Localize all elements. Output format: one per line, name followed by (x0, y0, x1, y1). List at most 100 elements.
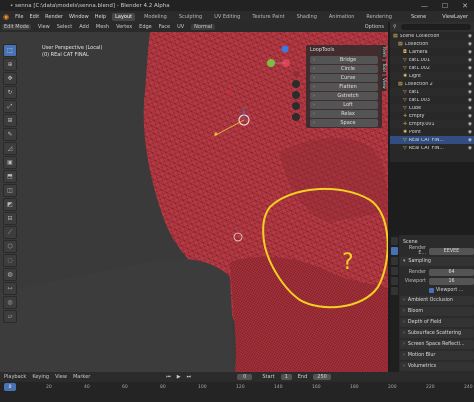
outliner-row[interactable]: ✛ Empty ◉ (390, 112, 474, 120)
eye-icon[interactable]: ◉ (468, 130, 472, 135)
eye-icon[interactable]: ◉ (468, 114, 472, 119)
eye-icon[interactable]: ◉ (468, 74, 472, 79)
eye-icon[interactable]: ◉ (468, 90, 472, 95)
transform-icon[interactable]: ⊞ (3, 114, 17, 127)
filter-icon[interactable]: ⚲ (393, 24, 397, 30)
outliner-row[interactable]: ▽ cat1.001 ◉ (390, 56, 474, 64)
render-samples-field[interactable]: 64 (429, 268, 474, 276)
outliner-row[interactable]: ▤ Collection ◉ (390, 40, 474, 48)
select-box-icon[interactable]: ⬚ (3, 44, 17, 57)
menu-keying[interactable]: Keying (32, 374, 49, 380)
looptools-curve-button[interactable]: › Curve (310, 74, 378, 82)
outliner-row[interactable]: ▽ cat1 ◉ (390, 88, 474, 96)
menu-face[interactable]: Face (159, 24, 170, 30)
smooth-icon[interactable]: ◍ (3, 268, 17, 281)
section-subsurface[interactable]: › Subsurface Scattering (400, 329, 474, 338)
menu-view[interactable]: View (38, 24, 50, 30)
eye-icon[interactable]: ◉ (468, 50, 472, 55)
section-volumetrics[interactable]: › Volumetrics (400, 362, 474, 371)
mode-selector[interactable]: Edit Mode (2, 24, 31, 30)
looptools-circle-button[interactable]: › Circle (310, 65, 378, 73)
menu-vertex[interactable]: Vertex (116, 24, 132, 30)
section-ambient-occlusion[interactable]: › Ambient Occlusion (400, 296, 474, 305)
outliner-row[interactable]: ✛ Empty.001 ◉ (390, 120, 474, 128)
looptools-loft-button[interactable]: › Loft (310, 101, 378, 109)
cursor-icon[interactable]: ⊕ (3, 58, 17, 71)
outliner-row[interactable]: ▤ Scene Collection ◉ (390, 32, 474, 40)
tab-animation[interactable]: Animation (326, 13, 358, 21)
menu-edit[interactable]: Edit (29, 14, 39, 20)
tab-layout[interactable]: Layout (112, 12, 136, 21)
annotate-icon[interactable]: ✎ (3, 128, 17, 141)
menu-render[interactable]: Render (45, 14, 63, 20)
tool-tab-icon[interactable] (391, 237, 398, 245)
rotate-icon[interactable]: ↻ (3, 86, 17, 99)
section-sampling[interactable]: ▾ Sampling (400, 257, 474, 266)
menu-playback[interactable]: Playback (4, 374, 26, 380)
render-engine-dropdown[interactable]: EEVEE (429, 247, 474, 255)
menu-uv[interactable]: UV (177, 24, 184, 30)
jump-end-icon[interactable]: ⏭ (187, 374, 192, 380)
viewport-denoise-checkbox[interactable] (429, 287, 434, 293)
edge-slide-icon[interactable]: ⇿ (3, 282, 17, 295)
current-frame-field[interactable]: 0 (237, 374, 253, 380)
poly-build-icon[interactable]: ⬡ (3, 240, 17, 253)
looptools-space-button[interactable]: › Space (310, 119, 378, 127)
section-bloom[interactable]: › Bloom (400, 307, 474, 316)
shrink-icon[interactable]: ◎ (3, 296, 17, 309)
looptools-header[interactable]: LoopTools (306, 45, 382, 55)
tab-tool[interactable]: Tool (381, 61, 386, 74)
looptools-gstretch-button[interactable]: › Gstretch (310, 92, 378, 100)
playhead[interactable]: 0 (4, 383, 16, 391)
viewport-samples-field[interactable]: 16 (429, 277, 474, 285)
world-tab-icon[interactable] (391, 287, 398, 295)
options-dropdown[interactable]: Options (365, 24, 384, 30)
menu-file[interactable]: File (15, 14, 23, 20)
loop-cut-icon[interactable]: ⊟ (3, 212, 17, 225)
move-icon[interactable]: ✥ (3, 72, 17, 85)
section-motion-blur[interactable]: › Motion Blur (400, 351, 474, 360)
eye-icon[interactable]: ◉ (468, 106, 472, 111)
inset-icon[interactable]: ◫ (3, 184, 17, 197)
shear-icon[interactable]: ▱ (3, 310, 17, 323)
eye-icon[interactable]: ◉ (468, 66, 472, 71)
eye-icon[interactable]: ◉ (468, 58, 472, 63)
viewlayer-selector[interactable]: ViewLayer (442, 14, 468, 20)
view-layer-tab-icon[interactable] (391, 267, 398, 275)
start-frame-field[interactable]: 1 (280, 374, 292, 380)
jump-start-icon[interactable]: ⏮ (166, 374, 171, 380)
looptools-flatten-button[interactable]: › Flatten (310, 83, 378, 91)
looptools-bridge-button[interactable]: › Bridge (310, 56, 378, 64)
tab-item[interactable]: Item (381, 45, 386, 60)
spin-icon[interactable]: ◌ (3, 254, 17, 267)
add-cube-icon[interactable]: ▣ (3, 156, 17, 169)
tab-uv-editing[interactable]: UV Editing (211, 13, 243, 21)
tab-shading[interactable]: Shading (294, 13, 320, 21)
menu-help[interactable]: Help (95, 14, 106, 20)
scene-tab-icon[interactable] (391, 277, 398, 285)
tab-rendering[interactable]: Rendering (363, 13, 395, 21)
eye-icon[interactable]: ◉ (468, 146, 472, 151)
output-tab-icon[interactable] (391, 257, 398, 265)
outliner-row[interactable]: ▽ Cube ◉ (390, 104, 474, 112)
tab-sculpting[interactable]: Sculpting (176, 13, 205, 21)
scene-selector[interactable]: Scene (411, 14, 426, 20)
bevel-icon[interactable]: ◩ (3, 198, 17, 211)
eye-icon[interactable]: ◉ (468, 122, 472, 127)
eye-icon[interactable]: ◉ (468, 34, 472, 39)
section-ssr[interactable]: › Screen Space Reflecti... (400, 340, 474, 349)
blender-logo-icon[interactable]: ◉ (3, 13, 9, 21)
menu-timeline-view[interactable]: View (55, 374, 67, 380)
measure-icon[interactable]: ◿ (3, 142, 17, 155)
looptools-relax-button[interactable]: › Relax (310, 110, 378, 118)
eye-icon[interactable]: ◉ (468, 82, 472, 87)
section-depth-of-field[interactable]: › Depth of Field (400, 318, 474, 327)
outliner-row[interactable]: ✺ Point ◉ (390, 128, 474, 136)
knife-icon[interactable]: ⟋ (3, 226, 17, 239)
extrude-icon[interactable]: ⬒ (3, 170, 17, 183)
outliner-row[interactable]: ◘ Camera ◉ (390, 48, 474, 56)
end-frame-field[interactable]: 250 (313, 374, 331, 380)
menu-marker[interactable]: Marker (73, 374, 90, 380)
minimize-button[interactable]: — (421, 2, 428, 10)
menu-select[interactable]: Select (57, 24, 72, 30)
